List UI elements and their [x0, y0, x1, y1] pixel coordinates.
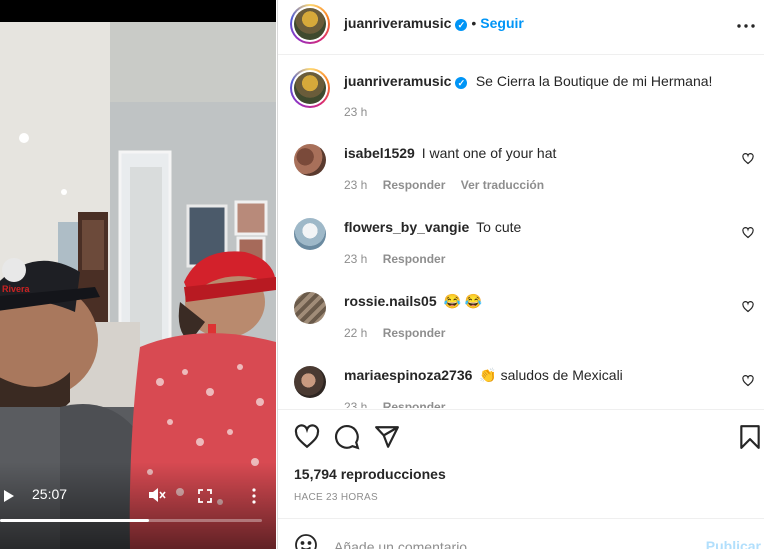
comment-icon[interactable]: [334, 424, 360, 450]
comment-item: isabel1529 I want one of your hat 23 h R…: [294, 144, 754, 204]
comment-username[interactable]: isabel1529: [344, 145, 415, 161]
comment-time: 23 h: [344, 400, 368, 408]
share-icon[interactable]: [374, 424, 400, 450]
video-progress-bar[interactable]: [0, 519, 262, 522]
see-translation-button[interactable]: Ver traducción: [461, 178, 544, 192]
comment-time: 23 h: [344, 178, 368, 192]
commenter-avatar[interactable]: [294, 144, 326, 176]
video-top-bar: [0, 0, 276, 22]
comments-section[interactable]: juanriveramusic ✓ Se Cierra la Boutique d…: [278, 56, 764, 408]
more-vertical-icon[interactable]: [252, 488, 256, 509]
post-timestamp: HACE 23 HORAS: [294, 492, 378, 503]
play-icon[interactable]: [4, 489, 14, 507]
comment-time: 23 h: [344, 252, 368, 266]
comment-text: I want one of your hat: [421, 145, 557, 161]
comment-text: To cute: [476, 219, 522, 235]
commenter-avatar[interactable]: [294, 218, 326, 250]
emoji-icon[interactable]: [294, 533, 318, 549]
add-comment-bar: Publicar: [278, 518, 764, 549]
commenter-avatar[interactable]: [294, 292, 326, 324]
caption-text: Se Cierra la Boutique de mi Hermana!: [475, 73, 713, 89]
caption-time: 23 h: [344, 105, 368, 119]
reply-button[interactable]: Responder: [383, 252, 446, 266]
follow-button[interactable]: Seguir: [480, 15, 524, 31]
publish-button[interactable]: Publicar: [706, 538, 761, 549]
comment-like-heart-icon[interactable]: [742, 300, 754, 313]
video-progress-fill: [0, 519, 150, 522]
verified-badge-icon: ✓: [455, 19, 468, 31]
video-frame[interactable]: Rivera: [0, 22, 276, 549]
fullscreen-icon[interactable]: [198, 489, 212, 508]
reply-button[interactable]: Responder: [383, 400, 446, 408]
comment-item: flowers_by_vangie To cute 23 h Responder: [294, 218, 754, 278]
comment-like-heart-icon[interactable]: [742, 226, 754, 239]
commenter-avatar[interactable]: [294, 366, 326, 398]
view-count: 15,794 reproducciones: [294, 466, 446, 482]
volume-muted-icon[interactable]: [148, 487, 166, 508]
video-time: 25:07: [32, 486, 68, 502]
caption: juanriveramusic ✓ Se Cierra la Boutique d…: [344, 73, 712, 91]
comment-time: 22 h: [344, 326, 368, 340]
verified-badge-icon: ✓: [455, 77, 468, 89]
bookmark-icon[interactable]: [738, 424, 764, 450]
avatar[interactable]: [290, 4, 330, 44]
comment-input[interactable]: [334, 537, 694, 549]
comment-username[interactable]: rossie.nails05: [344, 293, 437, 309]
video-player[interactable]: Rivera 25:07: [0, 0, 276, 549]
caption-username[interactable]: juanriveramusic: [344, 73, 451, 89]
svg-text:Rivera: Rivera: [2, 284, 31, 294]
more-options-icon[interactable]: [737, 12, 755, 33]
separator: •: [471, 15, 477, 31]
heart-icon[interactable]: [294, 424, 320, 450]
comment-text: 👏 saludos de Mexicali: [479, 367, 623, 383]
post-panel: juanriveramusic ✓ • Seguir juanriveramusic ✓…: [277, 0, 764, 549]
post-username[interactable]: juanriveramusic: [344, 15, 451, 31]
comment-like-heart-icon[interactable]: [742, 374, 754, 387]
post-actions: 15,794 reproducciones HACE 23 HORAS: [278, 409, 764, 517]
comment-like-heart-icon[interactable]: [742, 152, 754, 165]
comment-item: rossie.nails05 😂 😂 22 h Responder: [294, 292, 754, 352]
comment-username[interactable]: flowers_by_vangie: [344, 219, 469, 235]
reply-button[interactable]: Responder: [383, 326, 446, 340]
comment-text: 😂 😂: [443, 293, 483, 309]
reply-button[interactable]: Responder: [383, 178, 446, 192]
post-header: juanriveramusic ✓ • Seguir: [278, 0, 764, 55]
comment-item: mariaespinoza2736 👏 saludos de Mexicali …: [294, 366, 754, 408]
caption-avatar[interactable]: [290, 68, 330, 108]
comment-username[interactable]: mariaespinoza2736: [344, 367, 472, 383]
